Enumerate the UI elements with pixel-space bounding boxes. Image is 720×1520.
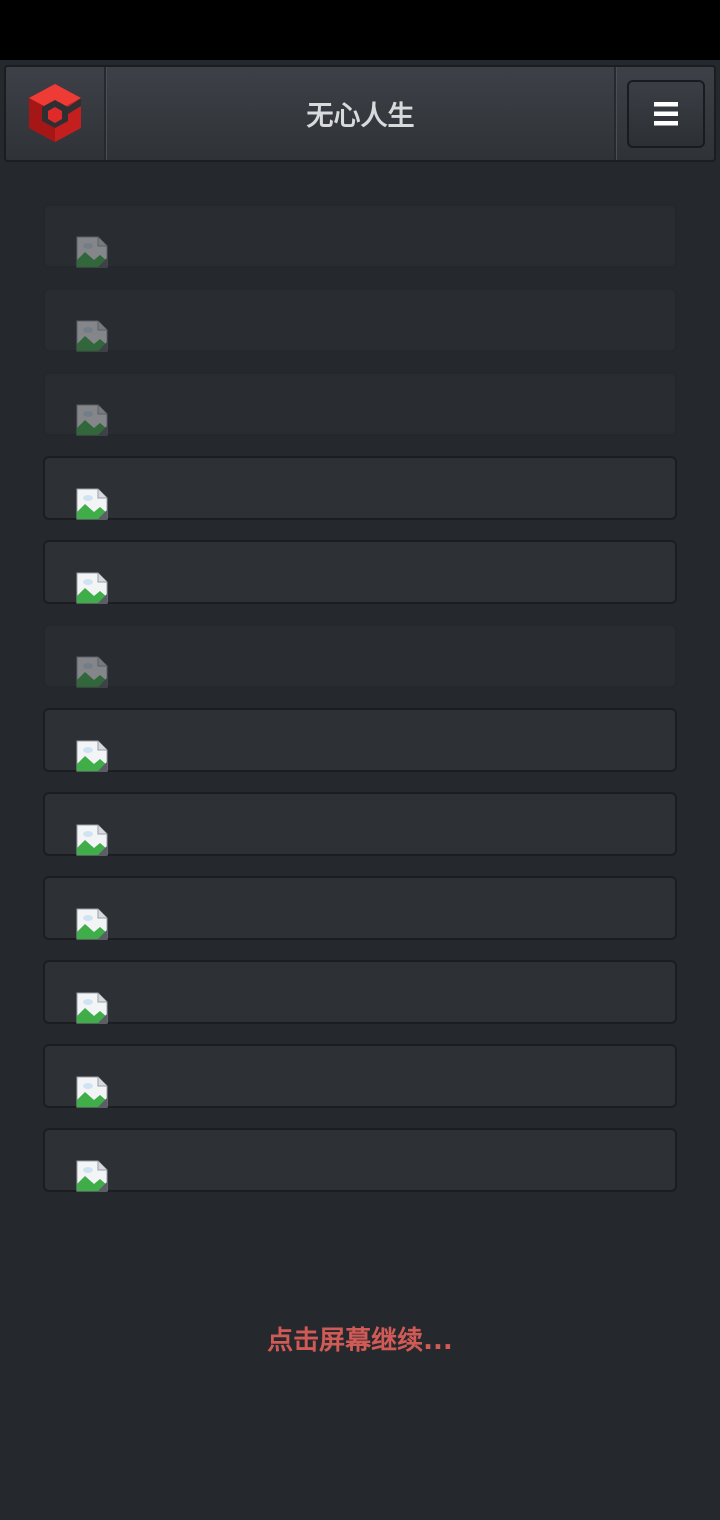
broken-image-icon <box>76 236 108 268</box>
cube-logo-icon <box>29 83 81 142</box>
tap-to-continue-text[interactable]: 点击屏幕继续... <box>0 1320 720 1357</box>
logo-cell[interactable] <box>6 67 106 160</box>
broken-image-icon <box>76 1076 108 1108</box>
broken-image-icon <box>76 320 108 352</box>
broken-image-icon <box>76 488 108 520</box>
list-item[interactable] <box>43 288 677 352</box>
broken-image-icon <box>76 740 108 772</box>
list-item[interactable] <box>43 456 677 520</box>
list-item[interactable] <box>43 876 677 940</box>
status-bar <box>0 0 720 60</box>
list-item[interactable] <box>43 960 677 1024</box>
list-item[interactable] <box>43 204 677 268</box>
list-item[interactable] <box>43 540 677 604</box>
list-item[interactable] <box>43 1128 677 1192</box>
hamburger-icon <box>653 101 678 125</box>
list-item[interactable] <box>43 372 677 436</box>
page-title: 无心人生 <box>106 67 616 160</box>
list-item[interactable] <box>43 1044 677 1108</box>
header-bar: 无心人生 <box>4 65 716 162</box>
broken-image-icon <box>76 656 108 688</box>
list-item[interactable] <box>43 708 677 772</box>
broken-image-icon <box>76 992 108 1024</box>
broken-image-icon <box>76 572 108 604</box>
menu-button[interactable] <box>626 79 705 148</box>
broken-image-icon <box>76 908 108 940</box>
list-item[interactable] <box>43 624 677 688</box>
broken-image-icon <box>76 1160 108 1192</box>
broken-image-icon <box>76 404 108 436</box>
menu-cell <box>616 67 714 160</box>
broken-image-icon <box>76 824 108 856</box>
image-list <box>43 204 677 1212</box>
list-item[interactable] <box>43 792 677 856</box>
